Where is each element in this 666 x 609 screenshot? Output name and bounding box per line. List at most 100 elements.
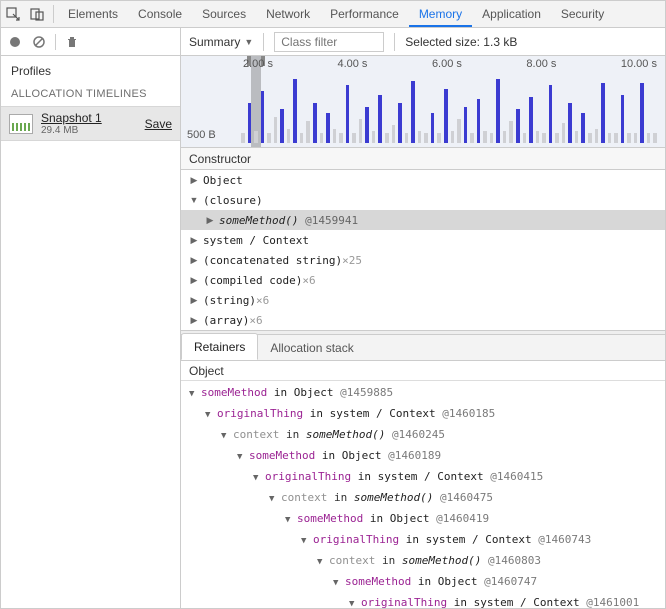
alloc-bar-minor: [352, 133, 356, 143]
retainer-row[interactable]: ▼ originalThing in system / Context @146…: [181, 593, 665, 608]
constructor-row[interactable]: ▶ (compiled code) ×6: [181, 270, 665, 290]
alloc-bar: [378, 95, 382, 143]
alloc-bar: [261, 91, 265, 143]
retainer-row[interactable]: ▼ originalThing in system / Context @146…: [181, 467, 665, 488]
retainers-tabbar: Retainers Allocation stack: [181, 335, 665, 361]
disclosure-triangle-icon[interactable]: ▶: [189, 235, 199, 246]
clear-icon[interactable]: [31, 34, 47, 50]
constructor-list[interactable]: ▶Object▼(closure)▶someMethod() @1459941▶…: [181, 170, 665, 330]
devtools-tabbar: ElementsConsoleSourcesNetworkPerformance…: [1, 1, 665, 28]
snapshot-save-link[interactable]: Save: [145, 117, 172, 131]
timeline-tick: 10.00 s: [621, 58, 657, 70]
tab-performance[interactable]: Performance: [320, 1, 409, 27]
disclosure-triangle-icon[interactable]: ▶: [189, 295, 199, 306]
disclosure-triangle-icon[interactable]: ▼: [237, 452, 242, 462]
alloc-bar-minor: [595, 129, 599, 143]
tab-network[interactable]: Network: [256, 1, 320, 27]
constructor-row[interactable]: ▶Object: [181, 170, 665, 190]
alloc-bar-minor: [300, 133, 304, 143]
alloc-bar-minor: [562, 123, 566, 143]
class-filter-input[interactable]: [274, 32, 384, 52]
disclosure-triangle-icon[interactable]: ▶: [189, 275, 199, 286]
disclosure-triangle-icon[interactable]: ▼: [221, 431, 226, 441]
inspect-icon[interactable]: [1, 1, 25, 27]
constructor-row[interactable]: ▶(concatenated string) ×25: [181, 250, 665, 270]
allocation-timeline[interactable]: 2.00 s4.00 s6.00 s8.00 s10.00 s 500 B: [181, 56, 665, 148]
disclosure-triangle-icon[interactable]: ▶: [189, 255, 199, 266]
alloc-bar: [444, 89, 448, 143]
alloc-bar-minor: [536, 131, 540, 143]
alloc-bar: [621, 95, 625, 143]
tab-memory[interactable]: Memory: [409, 1, 472, 27]
disclosure-triangle-icon[interactable]: ▼: [349, 599, 354, 608]
constructor-column-header[interactable]: Constructor: [181, 148, 665, 170]
disclosure-triangle-icon[interactable]: ▶: [205, 215, 215, 226]
tab-retainers[interactable]: Retainers: [181, 333, 258, 360]
disclosure-triangle-icon[interactable]: ▼: [269, 494, 274, 504]
tab-console[interactable]: Console: [128, 1, 192, 27]
disclosure-triangle-icon[interactable]: ▼: [189, 389, 194, 399]
disclosure-triangle-icon[interactable]: ▼: [301, 536, 306, 546]
alloc-bar: [496, 79, 500, 143]
alloc-bar: [280, 109, 284, 143]
view-mode-dropdown[interactable]: Summary ▼: [189, 35, 253, 49]
disclosure-triangle-icon[interactable]: ▼: [189, 195, 199, 205]
disclosure-triangle-icon[interactable]: ▼: [333, 578, 338, 588]
snapshot-item[interactable]: Snapshot 1 29.4 MB Save: [1, 106, 180, 141]
alloc-bar-minor: [392, 125, 396, 143]
constructor-row[interactable]: ▶(array) ×6: [181, 310, 665, 330]
retainer-row[interactable]: ▼ someMethod in Object @1460419: [181, 509, 665, 530]
alloc-bar-minor: [509, 121, 513, 143]
alloc-bar-minor: [555, 133, 559, 143]
constructor-row[interactable]: ▶(string) ×6: [181, 290, 665, 310]
constructor-row[interactable]: ▼(closure): [181, 190, 665, 210]
retainer-row[interactable]: ▼ someMethod in Object @1459885: [181, 383, 665, 404]
tab-elements[interactable]: Elements: [58, 1, 128, 27]
device-toggle-icon[interactable]: [25, 1, 49, 27]
alloc-bar-minor: [457, 119, 461, 143]
selected-size-label: Selected size: 1.3 kB: [405, 35, 517, 49]
disclosure-triangle-icon[interactable]: ▼: [285, 515, 290, 525]
tab-application[interactable]: Application: [472, 1, 551, 27]
constructor-row[interactable]: ▶system / Context: [181, 230, 665, 250]
retainer-row[interactable]: ▼ originalThing in system / Context @146…: [181, 404, 665, 425]
alloc-bar: [326, 113, 330, 143]
tab-sources[interactable]: Sources: [192, 1, 256, 27]
disclosure-triangle-icon[interactable]: ▼: [205, 410, 210, 420]
retainers-tree[interactable]: ▼ someMethod in Object @1459885▼ origina…: [181, 381, 665, 608]
disclosure-triangle-icon[interactable]: ▼: [317, 557, 322, 567]
retainer-row[interactable]: ▼ context in someMethod() @1460245: [181, 425, 665, 446]
retainer-row[interactable]: ▼ context in someMethod() @1460803: [181, 551, 665, 572]
delete-icon[interactable]: [64, 34, 80, 50]
alloc-bar-minor: [274, 117, 278, 143]
timeline-tick: 4.00 s: [337, 58, 367, 70]
alloc-bar: [365, 107, 369, 143]
retainer-row[interactable]: ▼ context in someMethod() @1460475: [181, 488, 665, 509]
snapshot-title: Snapshot 1: [41, 111, 145, 125]
alloc-bar-minor: [653, 133, 657, 143]
chevron-down-icon: ▼: [244, 37, 253, 47]
object-column-header[interactable]: Object: [181, 361, 665, 381]
alloc-bar-minor: [490, 133, 494, 143]
constructor-row[interactable]: ▶someMethod() @1459941: [181, 210, 665, 230]
tab-security[interactable]: Security: [551, 1, 614, 27]
alloc-bar: [568, 103, 572, 143]
record-icon[interactable]: [7, 34, 23, 50]
disclosure-triangle-icon[interactable]: ▶: [189, 175, 199, 186]
profiles-toolbar: [1, 28, 180, 56]
instance-count: ×6: [302, 274, 315, 287]
retainer-row[interactable]: ▼ someMethod in Object @1460747: [181, 572, 665, 593]
disclosure-triangle-icon[interactable]: ▶: [189, 315, 199, 326]
alloc-bar-minor: [503, 131, 507, 143]
constructor-label: (compiled code): [203, 274, 302, 287]
alloc-bar: [293, 79, 297, 143]
timeline-y-label: 500 B: [187, 129, 216, 141]
alloc-bar: [313, 103, 317, 143]
disclosure-triangle-icon[interactable]: ▼: [253, 473, 258, 483]
retainer-row[interactable]: ▼ someMethod in Object @1460189: [181, 446, 665, 467]
retainer-row[interactable]: ▼ originalThing in system / Context @146…: [181, 530, 665, 551]
timeline-tick: 8.00 s: [526, 58, 556, 70]
tab-allocation-stack[interactable]: Allocation stack: [258, 335, 365, 360]
alloc-bar-minor: [608, 133, 612, 143]
alloc-bar: [581, 113, 585, 143]
